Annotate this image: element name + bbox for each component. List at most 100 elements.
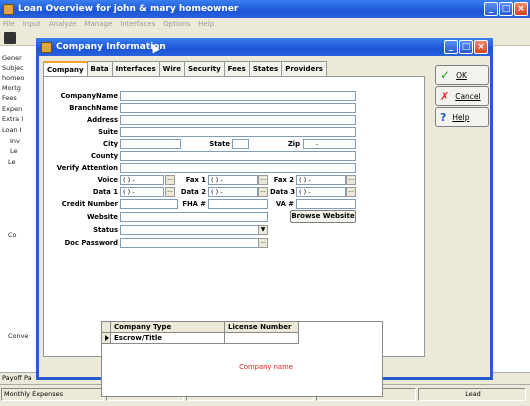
data1-label: Data 1: [92, 188, 118, 196]
loan-tree: Gener Subjec homeo Mortg Fees Expen Extr…: [0, 46, 38, 372]
company-information-dialog: Company Information _ □ × Company Bata I…: [36, 38, 493, 397]
menu-analyze[interactable]: Analyze: [49, 20, 77, 28]
outer-window-title: Loan Overview for john & mary homeowner: [18, 4, 239, 14]
dialog-title-bar: Company Information _ □ ×: [36, 38, 493, 56]
voice-label: Voice: [97, 176, 118, 184]
fax2-field[interactable]: ( ) -: [296, 175, 346, 185]
browse-website-button[interactable]: Browse Website: [290, 210, 356, 223]
voice-ellipsis-button[interactable]: ...: [165, 175, 175, 185]
menu-manage[interactable]: Manage: [84, 20, 112, 28]
menu-input[interactable]: Input: [23, 20, 41, 28]
credit-number-field[interactable]: [120, 199, 178, 209]
company-tab-panel: CompanyName BranchName Address Suite Cit…: [43, 76, 425, 397]
tree-item[interactable]: homeo: [2, 74, 24, 82]
status-select[interactable]: [120, 225, 268, 235]
dialog-maximize-icon[interactable]: □: [459, 40, 473, 54]
data2-ellipsis-button[interactable]: ...: [258, 187, 268, 197]
fax1-label: Fax 1: [185, 176, 206, 184]
tab-states[interactable]: States: [248, 61, 283, 76]
zip-label: Zip: [287, 140, 300, 148]
close-icon[interactable]: ×: [514, 2, 528, 16]
doc-password-label: Doc Password: [64, 239, 118, 247]
address-label: Address: [86, 116, 118, 124]
dialog-status-text: Company name: [239, 363, 293, 371]
grid-header-company-type[interactable]: Company Type: [111, 322, 225, 333]
data3-field[interactable]: ( ) -: [296, 187, 346, 197]
tree-item[interactable]: Le: [10, 147, 18, 155]
data1-ellipsis-button[interactable]: ...: [165, 187, 175, 197]
city-label: City: [103, 140, 118, 148]
branch-name-label: BranchName: [69, 104, 118, 112]
menu-options[interactable]: Options: [163, 20, 190, 28]
address-field[interactable]: [120, 115, 356, 125]
tab-wire[interactable]: Wire: [158, 61, 185, 76]
state-field[interactable]: [232, 139, 249, 149]
grid-cell-license-number[interactable]: [225, 333, 299, 344]
website-field[interactable]: [120, 212, 268, 222]
menu-interfaces[interactable]: Interfaces: [120, 20, 155, 28]
help-button[interactable]: ? Help: [435, 107, 489, 127]
ok-button-label: OK: [456, 70, 467, 80]
question-mark-icon: ?: [440, 110, 447, 124]
fha-field[interactable]: [208, 199, 268, 209]
state-label: State: [209, 140, 230, 148]
dialog-minimize-icon[interactable]: _: [444, 40, 458, 54]
verify-attention-field[interactable]: [120, 163, 356, 173]
data3-ellipsis-button[interactable]: ...: [346, 187, 356, 197]
chevron-down-icon[interactable]: ▼: [258, 225, 268, 235]
voice-field[interactable]: ( ) -: [120, 175, 164, 185]
grid-header-license-number[interactable]: License Number: [225, 322, 299, 333]
tree-item[interactable]: Co: [8, 231, 17, 239]
tab-security[interactable]: Security: [183, 61, 225, 76]
menu-help[interactable]: Help: [198, 20, 214, 28]
menu-file[interactable]: File: [3, 20, 15, 28]
doc-password-field[interactable]: [120, 238, 268, 248]
data2-field[interactable]: ( ) -: [208, 187, 258, 197]
tree-item[interactable]: Subjec: [2, 64, 24, 72]
fax1-field[interactable]: ( ) -: [208, 175, 258, 185]
tab-interfaces[interactable]: Interfaces: [111, 61, 160, 76]
data2-label: Data 2: [180, 188, 206, 196]
outer-title-bar: Loan Overview for john & mary homeowner …: [0, 0, 530, 18]
tree-item[interactable]: Inv: [10, 137, 20, 145]
tab-fees[interactable]: Fees: [223, 61, 250, 76]
ok-button[interactable]: ✓ OK: [435, 65, 489, 85]
tree-item[interactable]: Conve: [8, 332, 28, 340]
help-button-label: Help: [452, 112, 470, 122]
status-label: Status: [93, 226, 118, 234]
fax2-ellipsis-button[interactable]: ...: [346, 175, 356, 185]
city-field[interactable]: [120, 139, 181, 149]
suite-label: Suite: [98, 128, 118, 136]
license-grid: Company Type License Number Escrow/Title: [101, 321, 383, 397]
grid-cell-company-type[interactable]: Escrow/Title: [111, 333, 225, 344]
tree-item[interactable]: Le: [8, 158, 16, 166]
tree-item[interactable]: Fees: [2, 94, 17, 102]
zip-field[interactable]: -: [303, 139, 356, 149]
toolbar-tool-icon[interactable]: [4, 32, 16, 44]
tree-item[interactable]: Expen: [2, 105, 22, 113]
dialog-close-icon[interactable]: ×: [474, 40, 488, 54]
tab-company[interactable]: Company: [43, 61, 88, 77]
va-label: VA #: [275, 200, 294, 208]
branch-name-field[interactable]: [120, 103, 356, 113]
data1-field[interactable]: ( ) -: [120, 187, 164, 197]
tree-item[interactable]: Gener: [2, 54, 22, 62]
maximize-icon[interactable]: □: [499, 2, 513, 16]
verify-attention-label: Verify Attention: [56, 164, 118, 172]
minimize-icon[interactable]: _: [484, 2, 498, 16]
tree-item[interactable]: Extra I: [2, 115, 23, 123]
cancel-button[interactable]: ✗ Cancel: [435, 86, 489, 106]
fax1-ellipsis-button[interactable]: ...: [258, 175, 268, 185]
county-field[interactable]: [120, 151, 356, 161]
tree-item[interactable]: Loan I: [2, 126, 22, 134]
company-name-field[interactable]: [120, 91, 356, 101]
suite-field[interactable]: [120, 127, 356, 137]
va-field[interactable]: [296, 199, 356, 209]
x-icon: ✗: [440, 89, 450, 103]
tree-item[interactable]: Mortg: [2, 84, 21, 92]
row-selector[interactable]: [102, 333, 111, 344]
doc-password-ellipsis-button[interactable]: ...: [258, 238, 268, 248]
tab-providers[interactable]: Providers: [281, 61, 327, 76]
dialog-icon: [41, 41, 52, 53]
tab-bata[interactable]: Bata: [86, 61, 113, 76]
